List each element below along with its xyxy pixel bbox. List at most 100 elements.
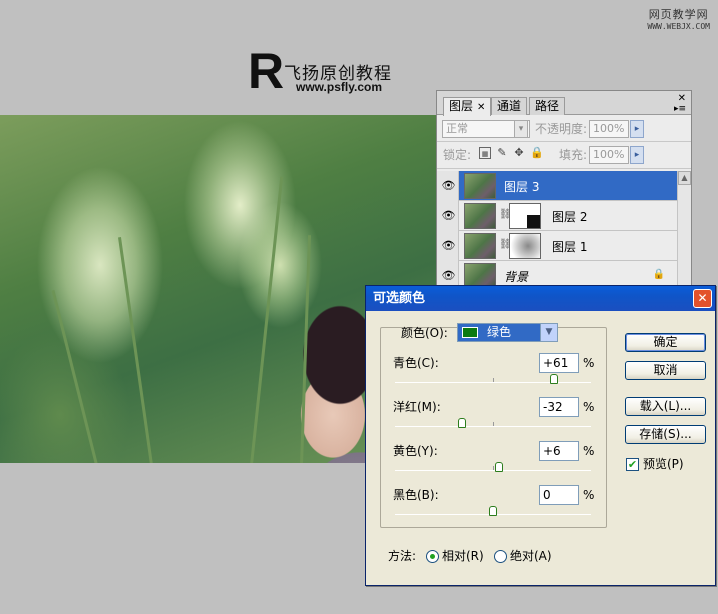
logo-letter: R bbox=[248, 43, 285, 99]
color-label: 颜色(O): bbox=[401, 326, 448, 340]
opacity-arrow-icon[interactable]: ▸ bbox=[630, 120, 644, 138]
yellow-slider-thumb[interactable] bbox=[495, 462, 503, 472]
watermark-line2: WWW.WEBJX.COM bbox=[647, 22, 710, 31]
layers-panel: 图层 ✕ 通道 路径 ✕ ▸≡ 正常 ▾ 不透明度: 100% ▸ 锁定: ▦ ✎… bbox=[436, 90, 692, 291]
lock-move-icon[interactable]: ✥ bbox=[513, 147, 525, 159]
fill-field[interactable]: 100% bbox=[589, 146, 629, 164]
fill-label: 填充: bbox=[559, 148, 588, 162]
lock-fill-row: 锁定: ▦ ✎ ✥ 🔒 填充: 100% ▸ bbox=[437, 142, 691, 169]
cyan-slider[interactable] bbox=[395, 374, 591, 384]
method-label: 方法: bbox=[388, 549, 417, 563]
flower-stem bbox=[51, 289, 98, 463]
blend-mode-value: 正常 bbox=[446, 122, 468, 135]
method-relative-radio[interactable] bbox=[426, 550, 439, 563]
layer-thumbnail bbox=[464, 203, 496, 229]
black-input[interactable]: 0 bbox=[539, 485, 579, 505]
load-button[interactable]: 载入(L)... bbox=[625, 397, 706, 416]
yellow-value: +6 bbox=[543, 444, 561, 458]
slider-center-tick bbox=[493, 378, 494, 382]
magenta-label: 洋红(M): bbox=[393, 400, 441, 414]
layer-row-2[interactable]: 👁 ⛓ 图层 2 bbox=[437, 201, 677, 231]
cyan-input[interactable]: +61 bbox=[539, 353, 579, 373]
cyan-slider-thumb[interactable] bbox=[550, 374, 558, 384]
watermark: 网页教学网 WWW.WEBJX.COM bbox=[647, 6, 710, 31]
chevron-down-icon[interactable]: ▼ bbox=[540, 324, 557, 341]
black-unit: % bbox=[583, 488, 595, 502]
selective-color-dialog: 可选颜色 ✕ 颜色(O): 绿色 ▼ 青色(C): +61 % 洋红(M): -… bbox=[365, 285, 716, 586]
tab-layers[interactable]: 图层 ✕ bbox=[443, 97, 492, 116]
layer-thumbnail bbox=[464, 233, 496, 259]
yellow-slider[interactable] bbox=[395, 462, 591, 472]
eye-icon[interactable]: 👁 bbox=[441, 239, 456, 253]
cyan-value: +61 bbox=[543, 356, 569, 370]
layer-name: 背景 bbox=[504, 270, 529, 284]
fill-value: 100% bbox=[593, 148, 625, 161]
lock-icon: 🔒 bbox=[652, 269, 665, 280]
eye-icon[interactable]: 👁 bbox=[441, 269, 456, 283]
lock-all-icon[interactable]: 🔒 bbox=[530, 147, 544, 159]
watermark-line1: 网页教学网 bbox=[648, 8, 709, 21]
tab-channels[interactable]: 通道 bbox=[491, 97, 528, 115]
opacity-label: 不透明度: bbox=[535, 122, 588, 136]
eye-icon[interactable]: 👁 bbox=[441, 209, 456, 223]
color-swatch bbox=[462, 327, 478, 338]
method-absolute-label: 绝对(A) bbox=[510, 549, 552, 563]
layer-name: 图层 1 bbox=[552, 240, 588, 254]
fill-arrow-icon[interactable]: ▸ bbox=[630, 146, 644, 164]
magenta-unit: % bbox=[583, 400, 595, 414]
flower-stem bbox=[250, 176, 284, 463]
yellow-label: 黄色(Y): bbox=[393, 444, 438, 458]
scroll-up-icon[interactable]: ▲ bbox=[678, 171, 691, 185]
panel-close-icon[interactable]: ✕ bbox=[678, 93, 686, 104]
tab-channels-label: 通道 bbox=[497, 99, 522, 113]
layer-row-1[interactable]: 👁 ⛓ 图层 1 bbox=[437, 231, 677, 261]
layer-thumbnail bbox=[464, 173, 496, 199]
tab-paths-label: 路径 bbox=[535, 99, 560, 113]
panel-menu-icon[interactable]: ▸≡ bbox=[674, 104, 686, 114]
flower-stem bbox=[300, 235, 312, 463]
black-value: 0 bbox=[543, 488, 551, 502]
black-slider-thumb[interactable] bbox=[489, 506, 497, 516]
lock-transparency-icon[interactable]: ▦ bbox=[479, 147, 491, 159]
chevron-down-icon[interactable]: ▾ bbox=[514, 120, 528, 138]
black-slider[interactable] bbox=[395, 506, 591, 516]
layer-row-3[interactable]: 👁 图层 3 bbox=[437, 171, 677, 201]
layer-name: 图层 2 bbox=[552, 210, 588, 224]
dialog-titlebar[interactable]: 可选颜色 ✕ bbox=[366, 286, 715, 311]
slider-center-tick bbox=[493, 422, 494, 426]
lock-label: 锁定: bbox=[443, 148, 472, 162]
close-icon[interactable]: ✕ bbox=[477, 102, 485, 113]
layer-mask-thumbnail[interactable] bbox=[509, 203, 541, 229]
cyan-label: 青色(C): bbox=[393, 356, 439, 370]
yellow-input[interactable]: +6 bbox=[539, 441, 579, 461]
close-icon[interactable]: ✕ bbox=[693, 289, 712, 308]
opacity-field[interactable]: 100% bbox=[589, 120, 629, 138]
layer-list: 👁 图层 3 👁 ⛓ 图层 2 👁 ⛓ 图层 1 👁 背景 🔒 bbox=[437, 171, 677, 291]
preview-checkbox[interactable]: ✔ bbox=[626, 458, 639, 471]
method-relative-label: 相对(R) bbox=[442, 549, 484, 563]
layer-name: 图层 3 bbox=[504, 180, 540, 194]
magenta-input[interactable]: -32 bbox=[539, 397, 579, 417]
cyan-unit: % bbox=[583, 356, 595, 370]
cancel-button[interactable]: 取消 bbox=[625, 361, 706, 380]
ok-button[interactable]: 确定 bbox=[625, 333, 706, 352]
flower-stem bbox=[118, 237, 153, 463]
layers-scrollbar[interactable]: ▲ bbox=[677, 171, 691, 291]
yellow-unit: % bbox=[583, 444, 595, 458]
eye-icon[interactable]: 👁 bbox=[441, 179, 456, 193]
save-button[interactable]: 存储(S)... bbox=[625, 425, 706, 444]
slider-center-tick bbox=[493, 466, 494, 470]
layer-mask-thumbnail[interactable] bbox=[509, 233, 541, 259]
mask-shape bbox=[527, 215, 540, 228]
tab-paths[interactable]: 路径 bbox=[529, 97, 566, 115]
lock-brush-icon[interactable]: ✎ bbox=[496, 147, 508, 159]
magenta-value: -32 bbox=[543, 400, 563, 414]
method-absolute-radio[interactable] bbox=[494, 550, 507, 563]
color-select[interactable]: 绿色 ▼ bbox=[457, 323, 558, 342]
magenta-slider-thumb[interactable] bbox=[458, 418, 466, 428]
opacity-value: 100% bbox=[593, 122, 625, 135]
tab-layers-label: 图层 bbox=[449, 99, 474, 113]
blend-opacity-row: 正常 ▾ 不透明度: 100% ▸ bbox=[437, 115, 691, 142]
magenta-slider[interactable] bbox=[395, 418, 591, 428]
color-select-value: 绿色 bbox=[487, 325, 512, 339]
